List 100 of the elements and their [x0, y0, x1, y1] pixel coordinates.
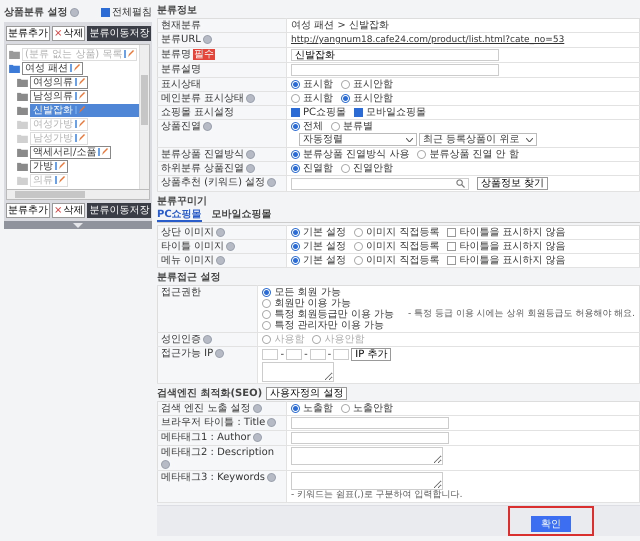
radio-option[interactable]: 노출안함 [341, 403, 393, 414]
dropdown[interactable]: 자동정렬 [299, 133, 417, 146]
edit-icon[interactable] [75, 78, 85, 86]
input-field[interactable] [291, 417, 449, 429]
help-icon[interactable] [216, 256, 226, 265]
edit-icon[interactable] [124, 50, 134, 58]
radio-option[interactable]: 기본 설정 [291, 227, 346, 238]
radio-option[interactable]: 표시함 [291, 93, 333, 104]
radio-option[interactable]: 표시함 [291, 79, 333, 90]
radio-option[interactable]: 진열안함 [341, 163, 393, 174]
help-icon[interactable] [246, 94, 256, 103]
help-icon[interactable] [267, 418, 276, 427]
ip-field[interactable] [333, 349, 350, 360]
ip-list-box[interactable] [262, 362, 334, 382]
toolbar-button[interactable]: 분류추가 [6, 26, 50, 41]
checkbox-option[interactable]: PC쇼핑몰 [291, 107, 346, 118]
help-icon[interactable] [226, 242, 236, 251]
help-icon[interactable] [161, 460, 170, 469]
tree-item[interactable]: 여성의류 [30, 76, 88, 88]
tab[interactable]: 모바일쇼핑몰 [212, 209, 272, 222]
radio-option[interactable]: 이미지 직접등록 [354, 227, 440, 238]
section-title: 분류꾸미기 [157, 196, 207, 206]
radio-option[interactable]: 기본 설정 [291, 255, 346, 266]
checkbox-option[interactable]: 타이틀을 표시하지 않음 [447, 255, 566, 266]
field-label: 메뉴 이미지 [161, 255, 214, 266]
tree-item[interactable]: 신발잡화 [30, 104, 139, 116]
expand-all-checkbox[interactable]: 전체펼침 [101, 6, 152, 18]
category-url-link[interactable]: http://yangnum18.cafe24.com/product/list.html?cate_no=53 [291, 35, 564, 45]
help-icon[interactable] [246, 150, 256, 159]
help-icon[interactable] [215, 349, 224, 358]
dropdown[interactable]: 최근 등록상품이 위로 [419, 133, 537, 146]
ip-field[interactable] [262, 349, 278, 360]
radio-option[interactable]: 이미지 직접등록 [354, 255, 440, 266]
tree-item[interactable]: 가방 [30, 160, 68, 172]
separator: - [280, 349, 284, 360]
radio-option[interactable]: 모든 회원 가능 [262, 287, 341, 298]
tree-item[interactable]: 액세서리/소품 [30, 146, 112, 158]
toolbar-button[interactable]: 분류추가 [6, 203, 50, 218]
radio-option[interactable]: 표시안함 [341, 93, 393, 104]
folder-icon [17, 92, 28, 100]
folder-icon [17, 120, 28, 128]
text-area[interactable] [291, 447, 443, 465]
vertical-scrollbar[interactable] [139, 45, 149, 189]
input-field[interactable] [291, 64, 499, 76]
edit-icon[interactable] [55, 176, 65, 184]
radio-option[interactable]: 분류별 [331, 121, 373, 132]
tree-item[interactable]: 여성 패션 [22, 62, 84, 74]
ip-field[interactable] [310, 349, 326, 360]
add-ip-button[interactable]: IP 추가 [351, 348, 392, 361]
horizontal-scrollbar[interactable] [6, 190, 150, 200]
text-area[interactable] [291, 472, 443, 490]
help-icon[interactable] [252, 433, 262, 442]
radio-option[interactable]: 표시안함 [341, 79, 393, 90]
custom-settings-button[interactable]: 사용자정의 설정 [266, 386, 348, 400]
tab[interactable]: PC쇼핑몰 [157, 209, 202, 222]
tree-item[interactable]: 남성의류 [30, 90, 88, 102]
checkbox-option[interactable]: 모바일쇼핑몰 [354, 107, 426, 118]
radio-option[interactable]: 진열함 [291, 163, 333, 174]
radio-option[interactable]: 분류상품 진열방식 사용 [291, 149, 410, 160]
input-field[interactable]: 신발잡화 [291, 49, 499, 61]
edit-icon[interactable] [98, 148, 108, 156]
help-icon[interactable] [267, 473, 276, 482]
edit-icon[interactable] [75, 92, 85, 100]
radio-option[interactable]: 기본 설정 [291, 241, 346, 252]
radio-option[interactable]: 특정 회원등급만 이용 가능 [262, 309, 394, 320]
find-product-button[interactable]: 상품정보 찾기 [477, 177, 548, 190]
toolbar-button[interactable]: 분류이동저장 [87, 203, 152, 218]
toolbar-button[interactable]: 분류이동저장 [87, 26, 152, 41]
checkbox-option[interactable]: 타이틀을 표시하지 않음 [447, 241, 566, 252]
edit-icon[interactable] [70, 64, 80, 72]
help-icon[interactable] [246, 164, 256, 173]
edit-icon[interactable] [75, 134, 85, 142]
radio-option[interactable]: 이미지 직접등록 [354, 241, 440, 252]
radio-option[interactable]: 특정 관리자만 이용 가능 [262, 320, 384, 331]
search-icon [456, 179, 465, 188]
help-icon[interactable] [216, 228, 226, 237]
toolbar-button[interactable]: ×삭제 [52, 203, 86, 218]
help-icon[interactable] [252, 404, 262, 413]
section-title: 검색엔진 최적화(SEO) [157, 388, 262, 398]
edit-icon[interactable] [55, 162, 65, 170]
confirm-button[interactable]: 확인 [531, 516, 571, 532]
field-label: 분류상품 진열방식 [161, 149, 244, 160]
toolbar-button[interactable]: ×삭제 [52, 26, 86, 41]
radio-option[interactable]: 분류상품 진열 안 함 [417, 149, 519, 160]
field-label: 메타태그2 : Description [161, 447, 274, 458]
radio-option[interactable]: 전체 [291, 121, 323, 132]
radio-option[interactable]: 회원만 이용 가능 [262, 298, 351, 309]
edit-icon[interactable] [75, 106, 85, 114]
input-field[interactable] [291, 432, 449, 444]
field-label: 메인분류 표시상태 [161, 93, 244, 104]
checkbox-option[interactable]: 타이틀을 표시하지 않음 [447, 227, 566, 238]
edit-icon[interactable] [75, 120, 85, 128]
help-icon[interactable] [70, 8, 80, 16]
help-icon[interactable] [203, 122, 212, 131]
collapse-bar[interactable] [4, 221, 152, 229]
ip-field[interactable] [286, 349, 302, 360]
search-field[interactable] [291, 178, 469, 190]
help-icon[interactable] [267, 178, 276, 187]
help-icon[interactable] [202, 35, 212, 44]
radio-option[interactable]: 노출함 [291, 403, 333, 414]
